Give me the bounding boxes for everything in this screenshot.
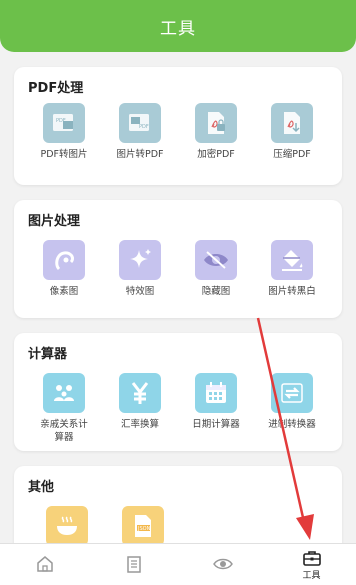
tool-label: 汇率换算 xyxy=(120,419,159,430)
tool-label: 加密PDF xyxy=(197,149,235,160)
paint-bucket-icon xyxy=(271,240,313,280)
tool-base-converter[interactable]: 进制转换器 xyxy=(261,373,323,444)
tool-image-to-pdf[interactable]: PDF 图片转PDF xyxy=(109,103,171,161)
tool-other-2[interactable]: JSON xyxy=(112,506,174,546)
tool-label: 像素图 xyxy=(49,286,79,297)
tab-view[interactable] xyxy=(178,544,267,585)
tool-label: PDF转图片 xyxy=(40,149,88,160)
tab-tools[interactable]: 工具 xyxy=(267,544,356,585)
svg-text:JSON: JSON xyxy=(137,526,151,532)
tool-pixel-image[interactable]: 像素图 xyxy=(33,240,95,298)
eye-icon xyxy=(212,558,233,570)
json-icon: JSON xyxy=(122,506,164,546)
tool-label: 压缩PDF xyxy=(273,149,311,160)
pixel-face-icon xyxy=(43,240,85,280)
home-icon xyxy=(36,556,53,572)
page-header: 工具 xyxy=(0,0,356,52)
section-title: PDF处理 xyxy=(28,81,84,96)
family-icon xyxy=(43,373,85,413)
section-title: 计算器 xyxy=(28,347,68,362)
tab-documents[interactable] xyxy=(89,544,178,585)
tab-home[interactable] xyxy=(0,544,89,585)
tool-hidden-image[interactable]: 隐藏图 xyxy=(185,240,247,298)
tool-label: 日期计算器 xyxy=(192,419,240,430)
convert-arrows-icon xyxy=(271,373,313,413)
tool-relative-calculator[interactable]: 亲戚关系计算器 xyxy=(33,373,95,444)
svg-text:PDF: PDF xyxy=(139,124,149,130)
tool-label: 图片转PDF xyxy=(116,149,164,160)
section-title: 其他 xyxy=(28,480,55,495)
tool-compress-pdf[interactable]: 压缩PDF xyxy=(261,103,323,161)
document-icon xyxy=(126,556,141,573)
section-title: 图片处理 xyxy=(28,214,81,229)
bottom-tab-bar: 工具 xyxy=(0,543,356,585)
bowl-icon xyxy=(46,506,88,546)
tool-label: 图片转黑白 xyxy=(268,286,316,297)
tool-label: 特效图 xyxy=(125,286,155,297)
tool-encrypt-pdf[interactable]: 加密PDF xyxy=(185,103,247,161)
tool-date-calculator[interactable]: 日期计算器 xyxy=(185,373,247,444)
pdf-to-image-icon: PDF xyxy=(43,103,85,143)
eye-slash-icon xyxy=(195,240,237,280)
encrypt-pdf-icon xyxy=(195,103,237,143)
tool-pdf-to-image[interactable]: PDF PDF转图片 xyxy=(33,103,95,161)
tool-exchange-rate[interactable]: 汇率换算 xyxy=(109,373,171,444)
section-pdf: PDF处理 PDF PDF转图片 PDF 图片转PDF 加密PDF 压缩PDF xyxy=(14,67,342,185)
tool-image-to-bw[interactable]: 图片转黑白 xyxy=(261,240,323,298)
image-to-pdf-icon: PDF xyxy=(119,103,161,143)
tool-label: 隐藏图 xyxy=(201,286,231,297)
tool-effect-image[interactable]: 特效图 xyxy=(109,240,171,298)
page-title: 工具 xyxy=(160,18,196,39)
tool-label: 亲戚关系计算器 xyxy=(40,419,88,443)
tab-label: 工具 xyxy=(302,570,321,581)
toolbox-icon xyxy=(302,550,321,566)
yen-icon xyxy=(119,373,161,413)
sparkle-icon xyxy=(119,240,161,280)
tool-other-1[interactable] xyxy=(36,506,98,546)
compress-pdf-icon xyxy=(271,103,313,143)
tool-label: 进制转换器 xyxy=(268,419,316,430)
section-image: 图片处理 像素图 特效图 隐藏图 图片转黑白 xyxy=(14,200,342,318)
section-calculator: 计算器 亲戚关系计算器 汇率换算 日期计算器 进制转换器 xyxy=(14,333,342,451)
calendar-icon xyxy=(195,373,237,413)
